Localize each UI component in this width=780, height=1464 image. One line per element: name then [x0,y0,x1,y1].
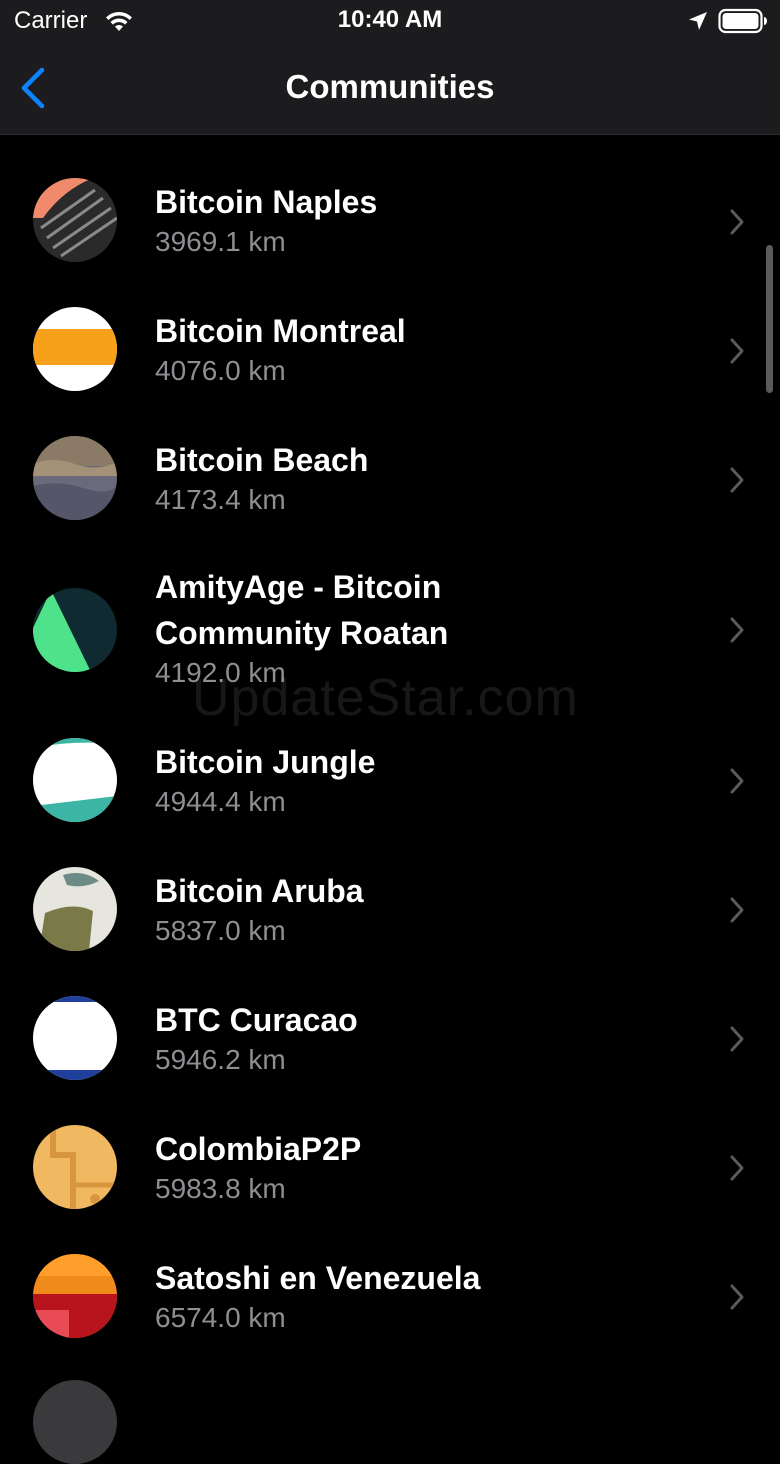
community-distance: 4076.0 km [155,355,286,386]
community-name-line1: AmityAge - Bitcoin [155,569,442,605]
chevron-right-icon [730,467,744,493]
bitcoin-naples-avatar [33,178,117,262]
community-name-line2: Community Roatan [155,615,449,651]
communities-list[interactable]: Bitcoin Naples 3969.1 km Bitcoin Montrea… [0,135,780,1387]
chevron-right-icon [730,338,744,364]
community-name: Bitcoin Montreal [155,313,406,349]
chevron-right-icon [730,1026,744,1052]
next-row-avatar-partial [33,1380,117,1464]
bitcoin-jungle-avatar [33,738,117,822]
community-row[interactable]: BTC Curacao 5946.2 km [0,954,780,1083]
scroll-indicator[interactable] [766,245,773,393]
status-bar: Carrier 10:40 AM [0,0,780,44]
community-name: Bitcoin Aruba [155,873,364,909]
community-row[interactable]: Bitcoin Naples 3969.1 km [0,135,780,264]
chevron-right-icon [730,617,744,643]
community-distance: 4944.4 km [155,786,286,817]
bitcoin-beach-avatar [33,436,117,520]
satoshi-venezuela-avatar [33,1254,117,1338]
bitcoin-montreal-avatar [33,307,117,391]
community-name: Bitcoin Beach [155,442,369,478]
community-name: ColombiaP2P [155,1131,362,1167]
navigation-bar: Communities [0,44,780,135]
community-row[interactable]: Bitcoin Montreal 4076.0 km [0,264,780,393]
chevron-right-icon [730,1284,744,1310]
community-row[interactable]: Bitcoin Aruba 5837.0 km [0,825,780,954]
community-distance: 4173.4 km [155,484,286,515]
community-name: Bitcoin Naples [155,184,378,220]
bitcoin-aruba-avatar [33,867,117,951]
community-distance: 6574.0 km [155,1302,286,1333]
community-distance: 3969.1 km [155,226,286,257]
community-name: BTC Curacao [155,1002,358,1038]
community-name: Satoshi en Venezuela [155,1260,481,1296]
community-row[interactable]: ColombiaP2P 5983.8 km [0,1083,780,1212]
battery-icon [718,8,767,34]
community-distance: 5946.2 km [155,1044,286,1075]
community-distance: 5837.0 km [155,915,286,946]
community-distance: 5983.8 km [155,1173,286,1204]
colombiap2p-avatar [33,1125,117,1209]
amityage-avatar [33,588,117,672]
status-time: 10:40 AM [337,6,443,33]
chevron-right-icon [730,1155,744,1181]
watermark-text: UpdateStar.com [192,669,579,727]
page-title: Communities [285,68,495,105]
chevron-right-icon [730,897,744,923]
community-row[interactable]: Bitcoin Beach 4173.4 km [0,393,780,522]
btc-curacao-avatar [33,996,117,1080]
community-row[interactable]: Satoshi en Venezuela 6574.0 km [0,1212,780,1341]
chevron-right-icon [730,209,744,235]
chevron-right-icon [730,768,744,794]
location-arrow-icon [689,12,707,30]
community-name: Bitcoin Jungle [155,744,376,780]
